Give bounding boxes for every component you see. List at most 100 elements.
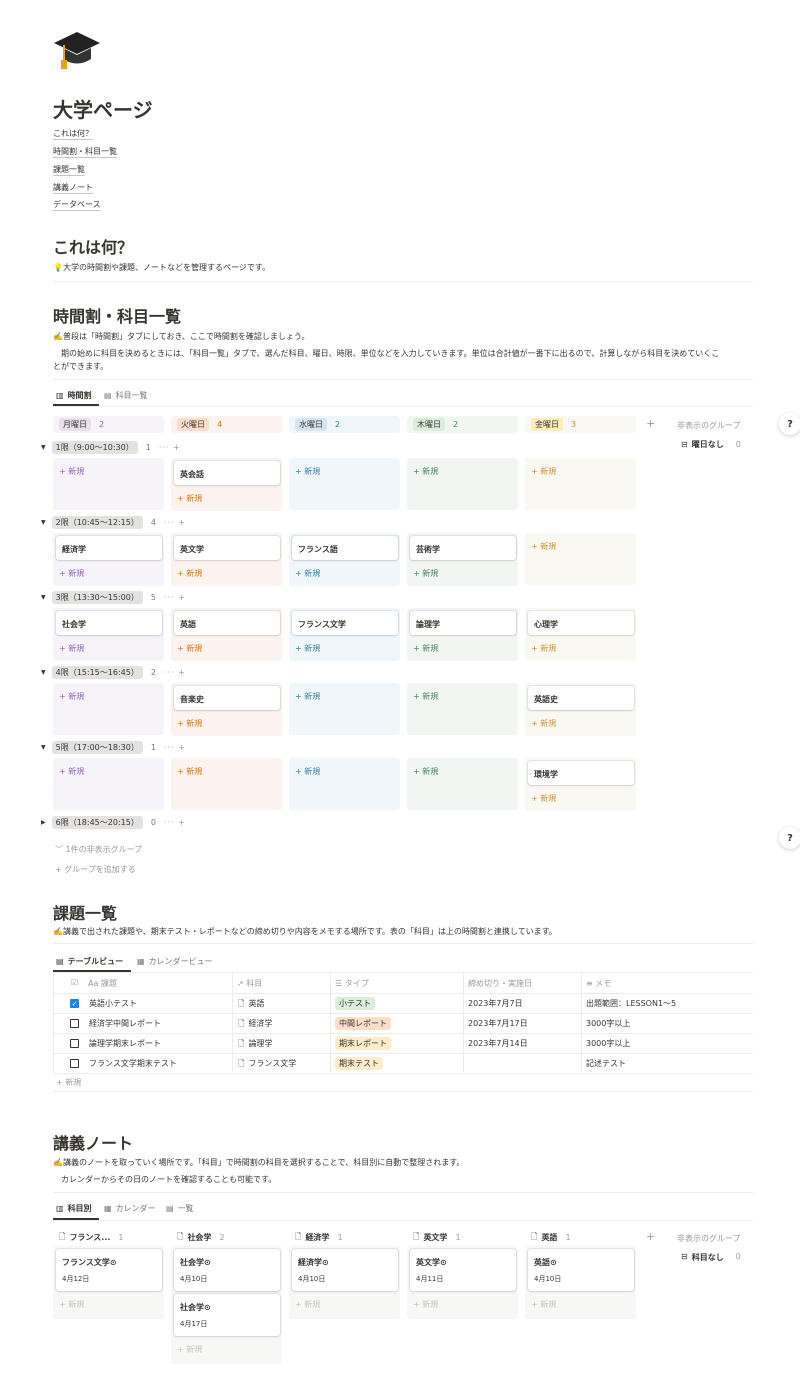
add-column-icon[interactable]: +	[646, 1230, 655, 1243]
caret-down-icon[interactable]: ▼	[41, 744, 46, 751]
new-card-button[interactable]: + 新規	[177, 1344, 202, 1355]
task-title[interactable]: 論理学期末レポート	[89, 1038, 161, 1049]
task-checkbox[interactable]	[70, 1039, 79, 1048]
board-card[interactable]: 社会学	[56, 611, 162, 635]
new-card-button[interactable]: + 新規	[531, 793, 556, 804]
column-header[interactable]: 🗋 英語 1	[525, 1229, 636, 1246]
help-button[interactable]: ?	[779, 827, 800, 849]
group-header[interactable]: ▼ 4限（15:15〜16:45） 2 ··· +	[41, 666, 186, 679]
note-card[interactable]: 社会学⊙ 4月17日	[174, 1294, 280, 1336]
column-header[interactable]: 月曜日 2	[53, 416, 164, 433]
task-subject[interactable]: 🗋 英語	[238, 998, 264, 1012]
more-icon[interactable]: ··· +	[159, 443, 181, 452]
tab-calendar[interactable]: ▦ カレンダー	[104, 1203, 156, 1214]
new-card-button[interactable]: + 新規	[413, 568, 438, 579]
new-card-button[interactable]: + 新規	[59, 1299, 84, 1310]
new-card-button[interactable]: + 新規	[413, 766, 438, 777]
more-icon[interactable]: ··· +	[164, 668, 186, 677]
new-card-button[interactable]: + 新規	[59, 691, 84, 702]
memo[interactable]: 出題範囲：LESSON1〜5	[586, 998, 676, 1009]
board-card[interactable]: 英語史	[528, 686, 634, 710]
more-icon[interactable]: ··· +	[164, 518, 186, 527]
group-header[interactable]: ▼ 3限（13:30〜15:00） 5 ··· +	[41, 591, 186, 604]
type-pill[interactable]: 期末テスト	[335, 1057, 383, 1070]
new-card-button[interactable]: + 新規	[413, 643, 438, 654]
more-icon[interactable]: ··· +	[164, 743, 186, 752]
memo[interactable]: 3000字以上	[586, 1038, 630, 1049]
task-checkbox[interactable]: ✓	[70, 999, 79, 1008]
column-header[interactable]: Aa 課題	[88, 978, 117, 989]
board-card[interactable]: 環境学	[528, 761, 634, 785]
group-header[interactable]: ▼ 2限（10:45〜12:15） 4 ··· +	[41, 516, 186, 529]
help-button[interactable]: ?	[779, 413, 800, 435]
new-card-button[interactable]: + 新規	[531, 718, 556, 729]
more-icon[interactable]: ··· +	[164, 818, 186, 827]
column-header[interactable]: ☰ タイプ	[335, 978, 369, 989]
task-title[interactable]: 経済学中間レポート	[89, 1018, 161, 1029]
task-title[interactable]: フランス文学期末テスト	[89, 1058, 177, 1069]
board-card[interactable]: 英語	[174, 611, 280, 635]
new-row-button[interactable]: + 新規	[56, 1077, 81, 1088]
task-checkbox[interactable]	[70, 1059, 79, 1068]
memo[interactable]: 3000字以上	[586, 1018, 630, 1029]
column-header[interactable]: ≡ メモ	[586, 978, 611, 989]
caret-right-icon[interactable]: ▶	[41, 819, 46, 826]
board-card[interactable]: 英会話	[174, 461, 280, 485]
new-card-button[interactable]: + 新規	[177, 568, 202, 579]
caret-down-icon[interactable]: ▼	[41, 444, 46, 451]
board-card[interactable]: 経済学	[56, 536, 162, 560]
tab-calendar-view[interactable]: ▦ カレンダービュー	[137, 956, 213, 967]
board-card[interactable]: 論理学	[410, 611, 516, 635]
due-date[interactable]: 2023年7月7日	[468, 998, 523, 1009]
type-pill[interactable]: 小テスト	[335, 997, 375, 1010]
new-card-button[interactable]: + 新規	[531, 1299, 556, 1310]
board-card[interactable]: 音楽史	[174, 686, 280, 710]
new-card-button[interactable]: + 新規	[59, 643, 84, 654]
tab-list[interactable]: ▤ 一覧	[166, 1203, 194, 1214]
new-card-button[interactable]: + 新規	[531, 643, 556, 654]
note-card[interactable]: 英文学⊙ 4月11日	[410, 1249, 516, 1291]
caret-down-icon[interactable]: ▼	[41, 519, 46, 526]
task-subject[interactable]: 🗋 フランス文学	[238, 1058, 296, 1072]
new-card-button[interactable]: + 新規	[413, 466, 438, 477]
new-card-button[interactable]: + 新規	[177, 493, 202, 504]
group-header[interactable]: ▶ 6限（18:45〜20:15） 0 ··· +	[41, 816, 186, 829]
new-card-button[interactable]: + 新規	[531, 466, 556, 477]
memo[interactable]: 記述テスト	[586, 1058, 626, 1069]
new-card-button[interactable]: + 新規	[59, 766, 84, 777]
column-header[interactable]: 金曜日 3	[525, 416, 636, 433]
hidden-groups-toggle[interactable]: ﹀ 1件の非表示グループ	[55, 844, 142, 855]
task-title[interactable]: 英語小テスト	[89, 998, 137, 1009]
board-card[interactable]: 英文学	[174, 536, 280, 560]
new-card-button[interactable]: + 新規	[295, 568, 320, 579]
new-card-button[interactable]: + 新規	[59, 568, 84, 579]
board-card[interactable]: 心理学	[528, 611, 634, 635]
column-header[interactable]: ↗ 科目	[237, 978, 262, 989]
new-card-button[interactable]: + 新規	[177, 766, 202, 777]
new-card-button[interactable]: + 新規	[413, 1299, 438, 1310]
column-header[interactable]: 🗋 社会学 2	[171, 1229, 282, 1246]
column-header[interactable]: 木曜日 2	[407, 416, 518, 433]
board-card[interactable]: フランス語	[292, 536, 398, 560]
note-card[interactable]: 英語⊙ 4月10日	[528, 1249, 634, 1291]
new-card-button[interactable]: + 新規	[295, 766, 320, 777]
board-card[interactable]: フランス文学	[292, 611, 398, 635]
note-card[interactable]: 社会学⊙ 4月10日	[174, 1249, 280, 1291]
new-card-button[interactable]: + 新規	[295, 466, 320, 477]
new-card-button[interactable]: + 新規	[177, 718, 202, 729]
column-header[interactable]: 締め切り・実施日	[468, 978, 532, 989]
column-header[interactable]: 火曜日 4	[171, 416, 282, 433]
group-header[interactable]: ▼ 1限（9:00〜10:30） 1 ··· +	[41, 441, 181, 454]
task-subject[interactable]: 🗋 経済学	[238, 1018, 272, 1032]
column-header[interactable]: 🗋 フランス... 1	[53, 1229, 164, 1246]
column-header[interactable]: 🗋 経済学 1	[289, 1229, 400, 1246]
type-pill[interactable]: 期末レポート	[335, 1037, 391, 1050]
new-card-button[interactable]: + 新規	[295, 691, 320, 702]
new-card-button[interactable]: + 新規	[531, 541, 556, 552]
new-card-button[interactable]: + 新規	[295, 643, 320, 654]
new-card-button[interactable]: + 新規	[295, 1299, 320, 1310]
new-card-button[interactable]: + 新規	[59, 466, 84, 477]
add-column-icon[interactable]: +	[646, 417, 655, 430]
new-card-button[interactable]: + 新規	[413, 691, 438, 702]
tab-table-view[interactable]: ▤ テーブルビュー	[56, 956, 123, 967]
